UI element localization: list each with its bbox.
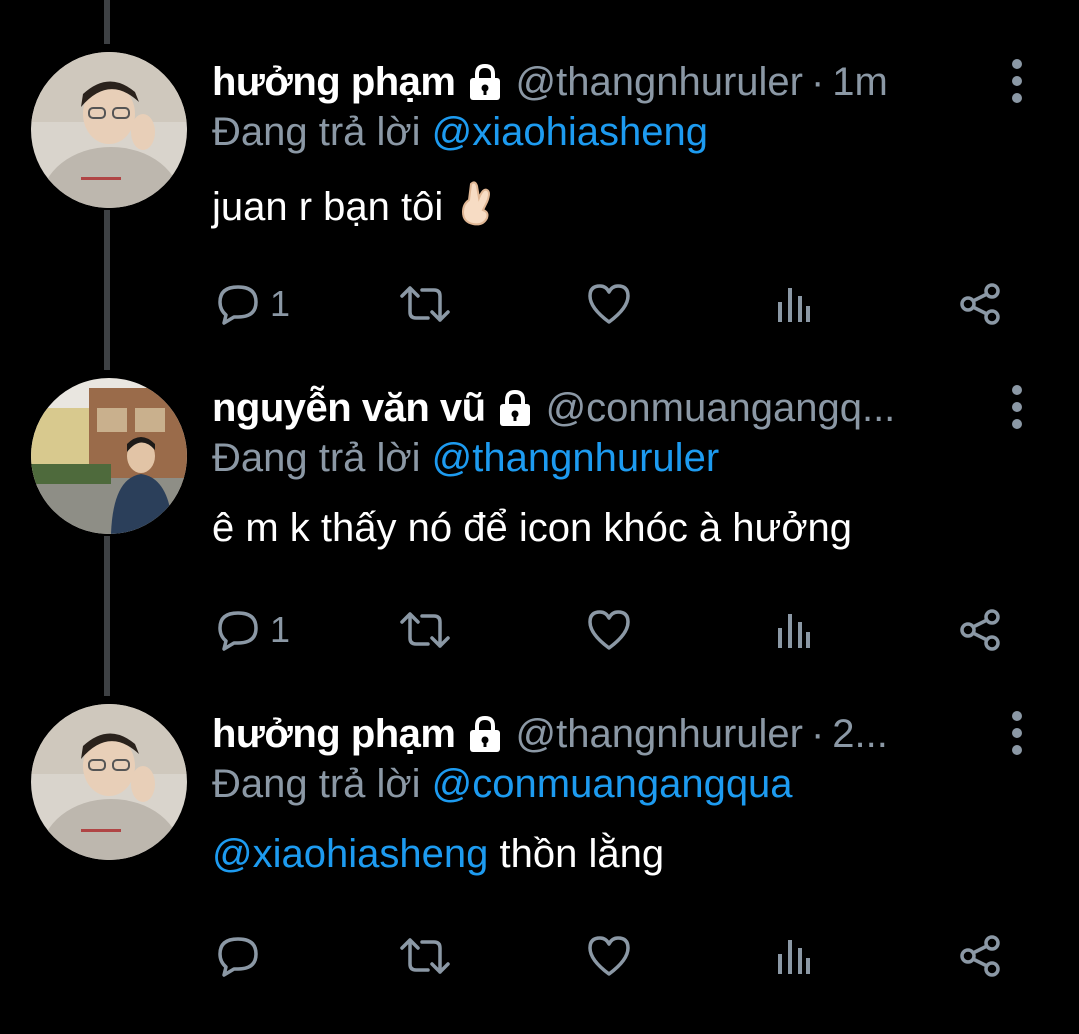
lock-icon [468,715,502,753]
retweet-button[interactable] [398,926,452,986]
retweet-button[interactable] [398,600,452,660]
reply-count: 1 [270,283,291,324]
tweet-text: juan r bạn tôi [212,180,495,236]
retweet-button[interactable] [398,274,452,334]
tweet-header: nguyễn văn vũ @conmuangangq... [212,378,1079,438]
separator-dot: · [810,711,825,756]
separator-dot: · [810,59,825,104]
reply-to-mention[interactable]: @xiaohiasheng [432,110,708,154]
reply-prefix: Đang trả lời [212,110,421,154]
reply-icon [216,282,260,326]
tweet-actions: 1 [212,600,1012,660]
tweet-actions [212,926,1012,986]
like-button[interactable] [586,926,632,986]
more-options-icon[interactable] [1007,58,1027,104]
retweet-icon [398,934,452,978]
crossed-fingers-emoji [459,180,495,236]
user-handle[interactable]: @thangnhuruler [516,60,803,105]
tweet-body: ê m k thấy nó để icon khóc à hưởng [212,506,853,550]
avatar-huong-pham[interactable] [31,704,187,860]
reply-icon [216,608,260,652]
replying-to: Đang trả lời @conmuangangqua [212,762,793,807]
share-button[interactable] [958,600,1004,660]
share-icon [958,934,1004,978]
user-handle[interactable]: @thangnhuruler [516,712,803,757]
analytics-icon [774,934,814,978]
heart-icon [586,608,632,652]
tweet-1[interactable]: hưởng phạm @thangnhuruler · 1m Đang trả … [0,52,1079,382]
analytics-button[interactable] [774,600,814,660]
like-button[interactable] [586,600,632,660]
tweet-actions: 1 [212,274,1012,334]
replying-to: Đang trả lời @xiaohiasheng [212,110,708,155]
reply-button[interactable]: 1 [216,274,290,334]
like-button[interactable] [586,274,632,334]
display-name[interactable]: nguyễn văn vũ [212,386,486,431]
reply-prefix: Đang trả lời [212,762,421,806]
display-name[interactable]: hưởng phạm [212,60,456,105]
share-icon [958,608,1004,652]
reply-prefix: Đang trả lời [212,436,421,480]
analytics-icon [774,282,814,326]
reply-to-mention[interactable]: @conmuangangqua [432,762,793,806]
analytics-icon [774,608,814,652]
display-name[interactable]: hưởng phạm [212,712,456,757]
avatar-nguyen-van-vu[interactable] [31,378,187,534]
more-options-icon[interactable] [1007,710,1027,756]
timestamp[interactable]: 2... [832,712,888,757]
retweet-icon [398,282,452,326]
heart-icon [586,282,632,326]
lock-icon [468,63,502,101]
avatar-huong-pham[interactable] [31,52,187,208]
reply-button[interactable] [216,926,270,986]
body-mention[interactable]: @xiaohiasheng [212,832,488,876]
timestamp[interactable]: 1m [832,60,888,105]
lock-icon [498,389,532,427]
tweet-body: thồn lằng [488,832,665,876]
retweet-icon [398,608,452,652]
reply-to-mention[interactable]: @thangnhuruler [432,436,719,480]
heart-icon [586,934,632,978]
share-button[interactable] [958,926,1004,986]
replying-to: Đang trả lời @thangnhuruler [212,436,719,481]
reply-button[interactable]: 1 [216,600,290,660]
analytics-button[interactable] [774,274,814,334]
tweet-text: @xiaohiasheng thồn lằng [212,832,664,877]
reply-icon [216,934,260,978]
user-handle[interactable]: @conmuangangq... [546,386,896,431]
tweet-text: ê m k thấy nó để icon khóc à hưởng [212,506,852,551]
more-options-icon[interactable] [1007,384,1027,430]
share-icon [958,282,1004,326]
reply-count: 1 [270,609,291,650]
thread-line-top [104,0,110,44]
analytics-button[interactable] [774,926,814,986]
share-button[interactable] [958,274,1004,334]
tweet-header: hưởng phạm @thangnhuruler · 1m [212,52,1079,112]
tweet-3[interactable]: hưởng phạm @thangnhuruler · 2... Đang tr… [0,704,1079,1034]
tweet-header: hưởng phạm @thangnhuruler · 2... [212,704,1079,764]
tweet-body: juan r bạn tôi [212,185,444,229]
tweet-2[interactable]: nguyễn văn vũ @conmuangangq... Đang trả … [0,378,1079,708]
